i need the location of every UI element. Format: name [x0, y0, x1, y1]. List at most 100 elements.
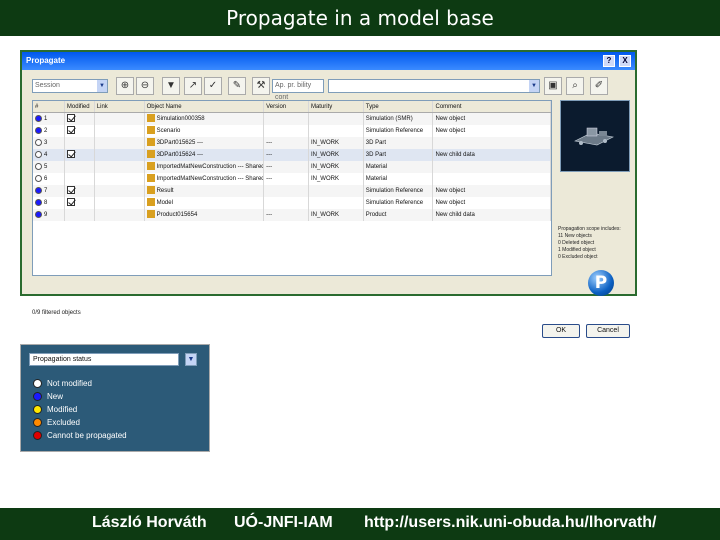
modified-check-icon[interactable]	[66, 114, 75, 123]
maturity-cell: IN_WORK	[309, 161, 364, 173]
table-row[interactable]: 4 3DPart015624 --- --- IN_WORK 3D Part New ch…	[33, 149, 552, 161]
slide-title: Propagate in a model base	[226, 6, 494, 30]
column-header[interactable]: #	[33, 101, 65, 112]
row-number: 2	[33, 125, 65, 137]
type-cell: Simulation Reference	[364, 125, 434, 137]
column-header[interactable]: Comment	[433, 101, 552, 112]
row-number: 8	[33, 197, 65, 209]
table-row[interactable]: 9 Product015654 --- IN_WORK Product New child…	[33, 209, 552, 221]
row-number: 9	[33, 209, 65, 221]
scope-item: 1 Modified object	[558, 247, 596, 253]
link-cell	[95, 209, 145, 221]
object-name-cell: 3DPart015624 ---	[145, 149, 265, 161]
footer-url[interactable]: http://users.nik.uni-obuda.hu/lhorvath/	[364, 514, 656, 532]
version-cell: ---	[264, 161, 309, 173]
table-row[interactable]: 6 ImportedMatNewConstruction --- Shared --…	[33, 173, 552, 185]
filter-name-field[interactable]: Ap. pr. bility cont	[272, 79, 324, 101]
link-cell	[95, 197, 145, 209]
dialog-title: Propagate	[26, 56, 66, 65]
status-dot-icon	[35, 138, 42, 146]
table-row[interactable]: 7 Result Simulation Reference New object	[33, 185, 552, 197]
edit-icon[interactable]: ✎	[228, 77, 246, 95]
modified-check-icon[interactable]	[66, 150, 75, 159]
table-row[interactable]: 3 3DPart015625 --- --- IN_WORK 3D Part	[33, 137, 552, 149]
chevron-down-icon[interactable]: ▼	[185, 353, 197, 366]
comment-cell	[433, 161, 552, 173]
modified-check-icon[interactable]	[66, 186, 75, 195]
column-header[interactable]: Version	[264, 101, 309, 112]
check-icon[interactable]: ✓	[204, 77, 222, 95]
help-button[interactable]: ?	[603, 55, 615, 67]
scope-item: 0 Excluded object	[558, 254, 598, 260]
link-cell	[95, 125, 145, 137]
close-button[interactable]: X	[619, 55, 631, 67]
column-header[interactable]: Object Name	[145, 101, 265, 112]
modified-check-icon[interactable]	[66, 126, 75, 135]
filter-icon[interactable]: ▼	[162, 77, 180, 95]
type-cell: Material	[364, 161, 434, 173]
object-name-cell: Scenario	[145, 125, 265, 137]
comment-cell: New object	[433, 125, 552, 137]
legend-label: Excluded	[47, 418, 80, 427]
cancel-button[interactable]: Cancel	[586, 324, 630, 338]
pen-icon[interactable]: ✐	[590, 77, 608, 95]
propagation-status-legend: Propagation status ▼ Not modified New Modi…	[20, 344, 210, 452]
comment-cell	[433, 173, 552, 185]
scope-item: 0 Deleted object	[558, 240, 595, 246]
select-icon[interactable]: ↗	[184, 77, 202, 95]
link-cell	[95, 137, 145, 149]
table-row[interactable]: 1 Simulation000358 Simulation (SMR) New obj…	[33, 113, 552, 125]
maturity-cell	[309, 197, 364, 209]
tool-icon[interactable]: ⚒	[252, 77, 270, 95]
column-header[interactable]: Modified	[65, 101, 95, 112]
modified-check-icon[interactable]	[66, 198, 75, 207]
modified-cell	[65, 173, 95, 185]
propagation-status-combo[interactable]: Propagation status	[29, 353, 179, 366]
object-type-icon	[146, 114, 155, 123]
row-number: 6	[33, 173, 65, 185]
object-name-cell: 3DPart015625 ---	[145, 137, 265, 149]
legend-label: New	[47, 392, 64, 401]
link-cell	[95, 149, 145, 161]
row-number: 5	[33, 161, 65, 173]
comment-cell	[433, 137, 552, 149]
object-type-icon	[146, 210, 155, 219]
maturity-cell	[309, 125, 364, 137]
column-header[interactable]: Type	[364, 101, 434, 112]
table-row[interactable]: 5 ImportedMatNewConstruction --- Shared --…	[33, 161, 552, 173]
chevron-down-icon: ▼	[97, 80, 107, 92]
version-cell	[264, 197, 309, 209]
modified-cell	[65, 137, 95, 149]
zoom-out-icon[interactable]: ⊖	[136, 77, 154, 95]
scope-combo-value: Session	[35, 82, 60, 89]
legend-label: Modified	[47, 405, 78, 414]
version-cell: ---	[264, 173, 309, 185]
row-number: 4	[33, 149, 65, 161]
version-cell: ---	[264, 137, 309, 149]
propagate-dialog: Propagate ? X Session ▼ ⊕ ⊖ ▼ ↗ ✓ ✎ ⚒ Ap…	[20, 50, 637, 338]
apply-icon[interactable]: ▣	[544, 77, 562, 95]
modified-cell	[65, 149, 95, 161]
maturity-cell	[309, 113, 364, 125]
object-type-icon	[146, 126, 155, 135]
table-row[interactable]: 2 Scenario Simulation Reference New object	[33, 125, 552, 137]
status-color-icon	[33, 405, 42, 414]
table-row[interactable]: 8 Model Simulation Reference New object	[33, 197, 552, 209]
link-cell	[95, 185, 145, 197]
search-icon[interactable]: ⌕	[566, 77, 584, 95]
slide-title-bar: Propagate in a model base	[0, 0, 720, 36]
footer-author: László Horváth	[92, 514, 207, 531]
column-header[interactable]: Maturity	[309, 101, 364, 112]
status-dot-icon	[35, 114, 42, 122]
ok-button[interactable]: OK	[542, 324, 580, 338]
propagation-scope-summary: Propagation scope includes: 11 New objec…	[558, 226, 636, 261]
zoom-in-icon[interactable]: ⊕	[116, 77, 134, 95]
filter-combo[interactable]: ▼	[328, 79, 540, 93]
legend-list: Not modified New Modified Excluded Cannot be…	[33, 377, 127, 442]
maturity-cell: IN_WORK	[309, 209, 364, 221]
version-cell	[264, 125, 309, 137]
filter-status-text: 0/9 filtered objects	[32, 310, 81, 316]
scope-combo[interactable]: Session ▼	[32, 79, 108, 93]
status-dot-icon	[35, 162, 42, 170]
column-header[interactable]: Link	[95, 101, 145, 112]
